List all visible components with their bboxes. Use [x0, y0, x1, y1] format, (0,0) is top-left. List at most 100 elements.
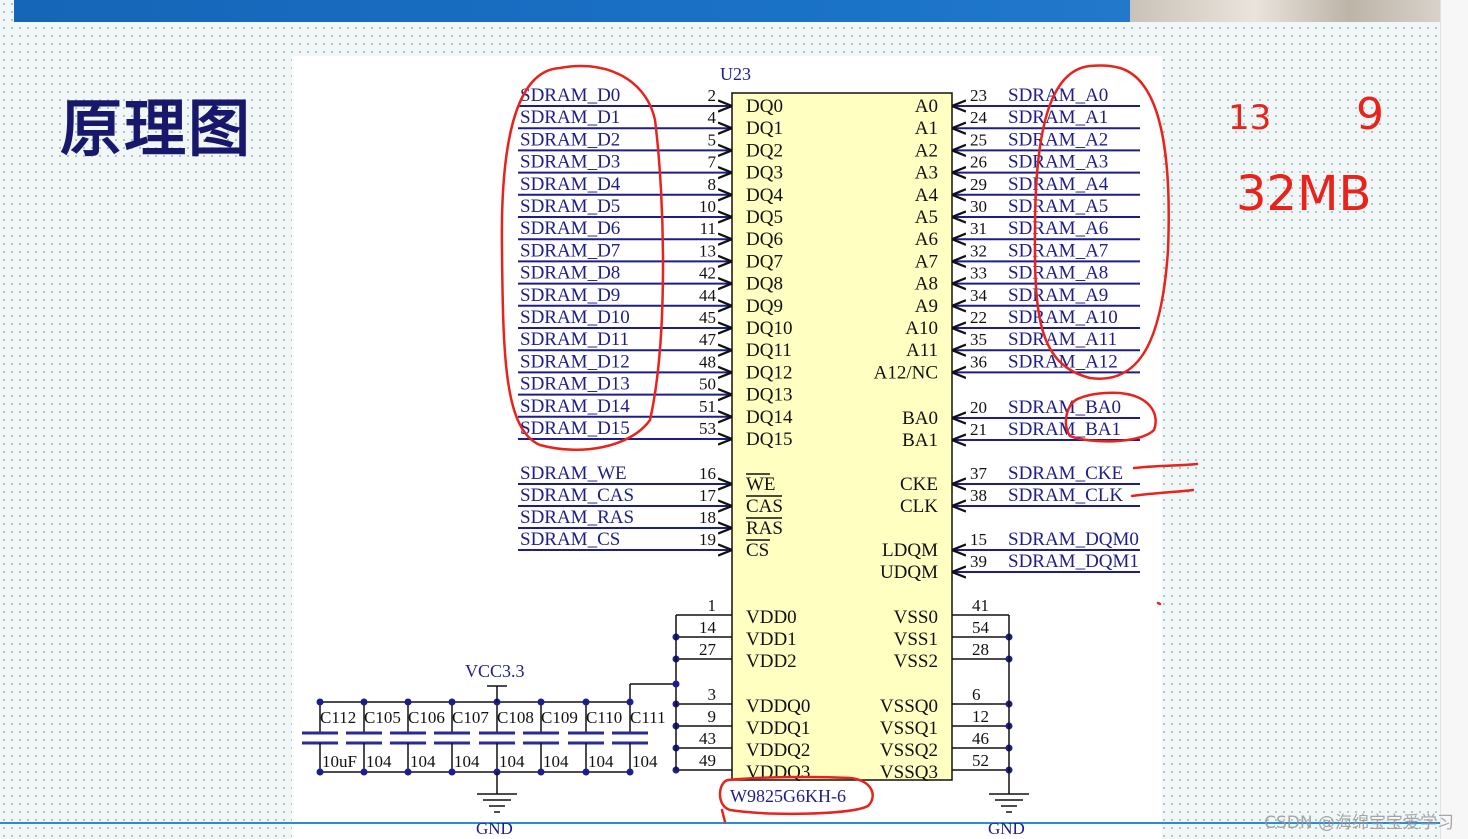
pin-name-vss0: VSS0 — [894, 607, 938, 628]
mark-cke — [1132, 462, 1199, 470]
cap-value: 104 — [499, 752, 525, 771]
net-label-sdram_d14: SDRAM_D14 — [520, 396, 630, 417]
pin-name-dq2: DQ2 — [746, 140, 783, 161]
pin-number-25: 25 — [970, 130, 987, 149]
pin-name-dq4: DQ4 — [746, 185, 783, 206]
pin-name-a12-nc: A12/NC — [874, 362, 938, 383]
pin-name-ldqm: LDQM — [882, 540, 938, 561]
sdram-schematic: U23 SDRAM_D0 2DQ0SDRAM_D1 4DQ1SDRAM_D2 5DQ2… — [302, 64, 1384, 838]
pin-number-38: 38 — [970, 486, 987, 505]
left-pin-group: SDRAM_D0 2DQ0SDRAM_D1 4DQ1SDRAM_D2 5DQ2SDRA… — [518, 85, 793, 561]
pin-name-dq10: DQ10 — [746, 318, 792, 339]
net-label-sdram_d15: SDRAM_D15 — [520, 418, 630, 439]
pin-name-udqm: UDQM — [880, 562, 938, 583]
pin-name-vssq1: VSSQ1 — [880, 718, 938, 739]
net-label-sdram_ba1: SDRAM_BA1 — [1008, 419, 1121, 440]
cap-value: 104 — [632, 752, 658, 771]
pin-number-19: 19 — [699, 530, 716, 549]
cap-value: 104 — [588, 752, 614, 771]
pin-number-13: 13 — [699, 241, 716, 260]
pin-name-we: WE — [746, 474, 776, 495]
pin-name-a1: A1 — [915, 118, 938, 139]
pin-number-33: 33 — [970, 264, 987, 283]
net-label-sdram_d6: SDRAM_D6 — [520, 218, 620, 239]
net-label-sdram_a7: SDRAM_A7 — [1008, 240, 1108, 261]
pin-name-dq7: DQ7 — [746, 251, 783, 272]
pin-name-dq1: DQ1 — [746, 118, 783, 139]
net-label-sdram_cas: SDRAM_CAS — [520, 485, 634, 506]
pin-number-17: 17 — [699, 486, 717, 505]
cap-ref-c105: C105 — [364, 708, 401, 727]
pin-name-cs: CS — [746, 540, 769, 561]
net-label-sdram_a9: SDRAM_A9 — [1008, 285, 1108, 306]
pin-number-10: 10 — [699, 197, 716, 216]
handwritten-row-bits: 13 — [1228, 98, 1271, 138]
pin-name-ba0: BA0 — [902, 408, 938, 429]
junction-dot — [672, 680, 680, 688]
pin-name-a5: A5 — [915, 207, 938, 228]
net-label-sdram_d0: SDRAM_D0 — [520, 85, 620, 106]
pin-number-8: 8 — [708, 175, 717, 194]
cap-ref-c110: C110 — [586, 708, 622, 727]
pin-number-36: 36 — [970, 352, 987, 371]
pin-name-vddq2: VDDQ2 — [746, 740, 810, 761]
cap-ref-c111: C111 — [630, 708, 666, 727]
pin-name-vssq0: VSSQ0 — [880, 696, 938, 717]
pin-name-vddq0: VDDQ0 — [746, 696, 810, 717]
cap-value: 104 — [410, 752, 436, 771]
net-label-sdram_cke: SDRAM_CKE — [1008, 463, 1123, 484]
handwritten-capacity: 32MB — [1236, 166, 1371, 222]
cap-ref-c109: C109 — [541, 708, 578, 727]
pin-name-dq5: DQ5 — [746, 207, 783, 228]
net-label-sdram_d11: SDRAM_D11 — [520, 329, 629, 350]
part-number: W9825G6KH-6 — [730, 786, 846, 806]
gnd-symbol-left — [477, 772, 517, 813]
pin-number-35: 35 — [970, 330, 987, 349]
net-label-sdram_a10: SDRAM_A10 — [1008, 307, 1118, 328]
pin-number-39: 39 — [970, 552, 987, 571]
pin-number-15: 15 — [970, 530, 987, 549]
junction-dot — [404, 698, 412, 706]
net-label-sdram_a5: SDRAM_A5 — [1008, 196, 1108, 217]
pin-name-dq15: DQ15 — [746, 429, 792, 450]
pin-number-9: 9 — [708, 707, 717, 726]
pin-number-24: 24 — [970, 108, 988, 127]
pin-number-45: 45 — [699, 308, 716, 327]
pin-number-52: 52 — [972, 751, 989, 770]
cap-value: 104 — [543, 752, 569, 771]
net-label-sdram_d9: SDRAM_D9 — [520, 285, 620, 306]
pin-number-6: 6 — [972, 685, 981, 704]
pin-number-51: 51 — [699, 397, 716, 416]
pin-number-11: 11 — [700, 219, 716, 238]
window-scrollbar[interactable] — [1440, 0, 1468, 839]
pin-name-ba1: BA1 — [902, 430, 938, 451]
pin-number-30: 30 — [970, 197, 987, 216]
pin-name-vss1: VSS1 — [894, 629, 938, 650]
pin-number-3: 3 — [708, 685, 717, 704]
pin-number-32: 32 — [970, 241, 987, 260]
pin-number-27: 27 — [699, 640, 717, 659]
pin-name-dq13: DQ13 — [746, 385, 792, 406]
pin-name-dq0: DQ0 — [746, 96, 783, 117]
pin-number-53: 53 — [699, 419, 716, 438]
net-label-sdram_clk: SDRAM_CLK — [1008, 485, 1123, 506]
net-label-sdram_d10: SDRAM_D10 — [520, 307, 630, 328]
pin-name-cas: CAS — [746, 496, 783, 517]
pin-name-a0: A0 — [915, 96, 938, 117]
pin-number-4: 4 — [708, 108, 717, 127]
pin-number-21: 21 — [970, 420, 987, 439]
net-label-sdram_a1: SDRAM_A1 — [1008, 107, 1108, 128]
pin-name-dq12: DQ12 — [746, 362, 792, 383]
pin-name-dq3: DQ3 — [746, 163, 783, 184]
net-label-sdram_ras: SDRAM_RAS — [520, 507, 634, 528]
net-label-sdram_a4: SDRAM_A4 — [1008, 174, 1109, 195]
net-label-sdram_d8: SDRAM_D8 — [520, 263, 620, 284]
pin-name-a10: A10 — [905, 318, 938, 339]
pin-number-50: 50 — [699, 375, 716, 394]
net-label-sdram_a3: SDRAM_A3 — [1008, 152, 1108, 173]
pin-number-47: 47 — [699, 330, 717, 349]
pin-name-vddq1: VDDQ1 — [746, 718, 810, 739]
pin-number-48: 48 — [699, 352, 716, 371]
csdn-watermark: CSDN @海绵宝宝爱学习 — [1264, 813, 1454, 833]
pin-name-a4: A4 — [915, 185, 939, 206]
